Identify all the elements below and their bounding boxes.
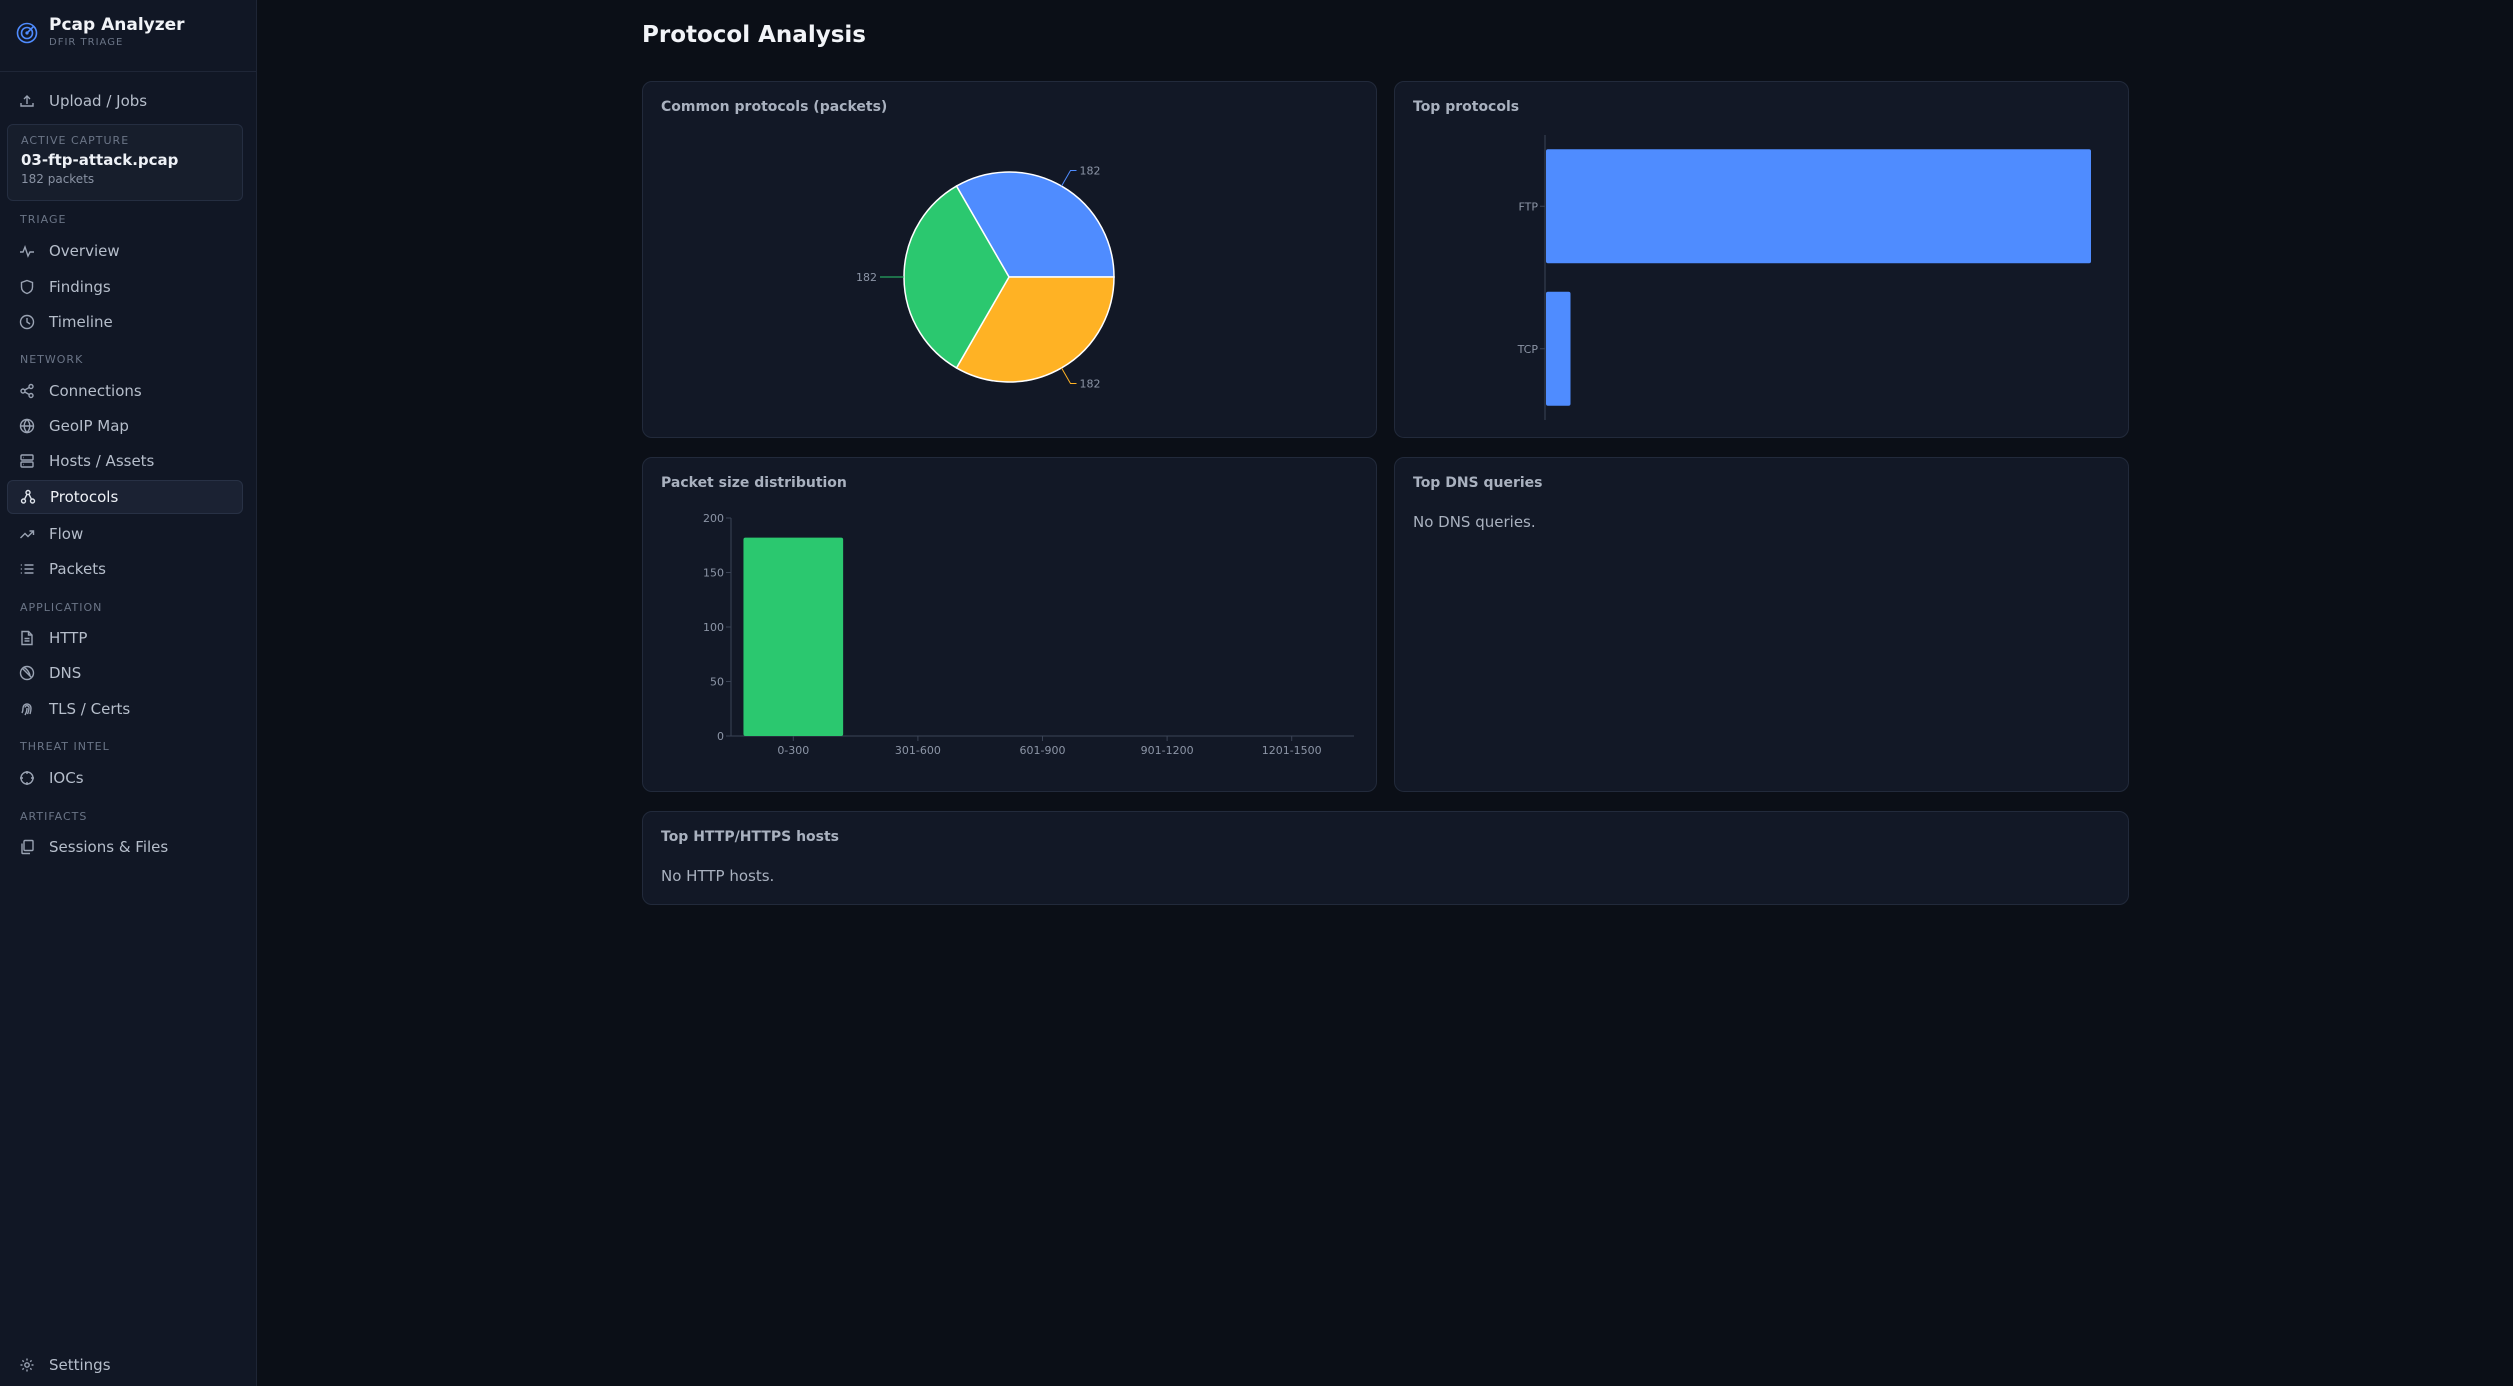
empty-state-text: No DNS queries. — [1413, 513, 1536, 531]
page-title: Protocol Analysis — [642, 22, 866, 48]
bar-tcp[interactable] — [1546, 291, 1571, 406]
nav-label: Protocols — [50, 488, 119, 506]
y-tick-label: 0 — [717, 730, 724, 743]
pie-chart: 182 182 182 — [856, 164, 1115, 391]
nav-label: Findings — [49, 278, 111, 296]
nav-label: Sessions & Files — [49, 838, 169, 856]
gear-icon — [19, 1357, 35, 1373]
nav-dns[interactable]: DNS — [7, 656, 243, 690]
activity-icon — [19, 243, 35, 259]
bar-ftp[interactable] — [1546, 149, 2091, 264]
nav-label: TLS / Certs — [49, 700, 131, 718]
nav-sessions-files[interactable]: Sessions & Files — [7, 830, 243, 864]
divider — [0, 71, 256, 72]
nav-label: GeoIP Map — [49, 417, 129, 435]
empty-state-text: No HTTP hosts. — [661, 867, 775, 885]
section-network: NETWORK — [20, 353, 84, 366]
nav-http[interactable]: HTTP — [7, 621, 243, 655]
pie-label-line — [1061, 367, 1077, 385]
clock-icon — [19, 314, 35, 330]
nav-upload-jobs[interactable]: Upload / Jobs — [7, 84, 243, 118]
x-tick-label: 1201-1500 — [1262, 744, 1322, 757]
x-tick-label: 901-1200 — [1141, 744, 1194, 757]
pie-label: 182 — [1080, 164, 1101, 177]
x-tick-label: 0-300 — [777, 744, 809, 757]
dns-globe-icon — [19, 665, 35, 681]
packet-size-chart: 0 50 100 150 200 0-300 301-600 601-900 901-1200 1… — [703, 512, 1354, 757]
top-protocols-chart: FTP TCP — [1517, 135, 2091, 420]
nav-label: IOCs — [49, 769, 84, 787]
share-icon — [19, 383, 35, 399]
top-protocols-card: Top protocols FTP TCP — [1394, 81, 2129, 438]
card-title: Top DNS queries — [1413, 475, 1543, 491]
section-application: APPLICATION — [20, 601, 103, 614]
nav-protocols[interactable]: Protocols — [7, 480, 243, 514]
category-label: FTP — [1519, 200, 1539, 213]
nav-timeline[interactable]: Timeline — [7, 305, 243, 339]
category-label: TCP — [1517, 343, 1539, 356]
radar-logo-icon — [16, 22, 38, 44]
x-tick-label: 601-900 — [1020, 744, 1066, 757]
server-icon — [19, 453, 35, 469]
pie-label: 182 — [1080, 378, 1101, 391]
x-tick-label: 301-600 — [895, 744, 941, 757]
nav-tls-certs[interactable]: TLS / Certs — [7, 692, 243, 726]
nav-geoip-map[interactable]: GeoIP Map — [7, 409, 243, 443]
nav-label: HTTP — [49, 629, 88, 647]
nav-label: Hosts / Assets — [49, 452, 155, 470]
trending-up-icon — [19, 526, 35, 542]
nav-label: Connections — [49, 382, 142, 400]
section-artifacts: ARTIFACTS — [20, 810, 88, 823]
active-capture-label: ACTIVE CAPTURE — [21, 134, 130, 147]
section-threat-intel: THREAT INTEL — [20, 740, 110, 753]
sidebar: Pcap Analyzer DFIR TRIAGE Upload / Jobs … — [0, 0, 257, 1386]
nav-connections[interactable]: Connections — [7, 374, 243, 408]
pie-label: 182 — [856, 271, 877, 284]
nav-findings[interactable]: Findings — [7, 270, 243, 304]
app-subtitle: DFIR TRIAGE — [49, 37, 124, 48]
shield-icon — [19, 279, 35, 295]
crosshair-icon — [19, 770, 35, 786]
network-nodes-icon — [20, 489, 36, 505]
nav-flow[interactable]: Flow — [7, 517, 243, 551]
nav-label: Settings — [49, 1356, 111, 1374]
globe-icon — [19, 418, 35, 434]
y-tick-label: 200 — [703, 512, 724, 525]
y-tick-label: 50 — [710, 676, 724, 689]
bar-0-300[interactable] — [743, 537, 844, 736]
top-http-card: Top HTTP/HTTPS hosts No HTTP hosts. — [642, 811, 2129, 905]
nav-label: Flow — [49, 525, 84, 543]
nav-overview[interactable]: Overview — [7, 234, 243, 268]
packet-size-card: Packet size distribution 0 50 100 150 200 0-3… — [642, 457, 1377, 792]
file-text-icon — [19, 630, 35, 646]
nav-label: Overview — [49, 242, 120, 260]
nav-label: DNS — [49, 664, 82, 682]
nav-label: Timeline — [49, 313, 113, 331]
fingerprint-icon — [19, 701, 35, 717]
nav-iocs[interactable]: IOCs — [7, 761, 243, 795]
app-title: Pcap Analyzer — [49, 15, 185, 35]
capture-filename: 03-ftp-attack.pcap — [21, 151, 179, 169]
nav-label: Packets — [49, 560, 106, 578]
y-tick-label: 100 — [703, 621, 724, 634]
section-triage: TRIAGE — [20, 213, 67, 226]
nav-packets[interactable]: Packets — [7, 552, 243, 586]
list-icon — [19, 561, 35, 577]
upload-icon — [19, 93, 35, 109]
files-icon — [19, 839, 35, 855]
top-dns-card: Top DNS queries No DNS queries. — [1394, 457, 2129, 792]
brand: Pcap Analyzer DFIR TRIAGE — [16, 14, 185, 54]
nav-hosts-assets[interactable]: Hosts / Assets — [7, 444, 243, 478]
common-protocols-card: Common protocols (packets) 182 182 182 — [642, 81, 1377, 438]
nav-label: Upload / Jobs — [49, 92, 148, 110]
pie-label-line — [1061, 169, 1077, 187]
card-title: Top HTTP/HTTPS hosts — [661, 829, 840, 845]
capture-packet-count: 182 packets — [21, 172, 95, 186]
active-capture-card[interactable]: ACTIVE CAPTURE 03-ftp-attack.pcap 182 pa… — [7, 124, 243, 201]
y-tick-label: 150 — [703, 567, 724, 580]
nav-settings[interactable]: Settings — [7, 1348, 243, 1382]
